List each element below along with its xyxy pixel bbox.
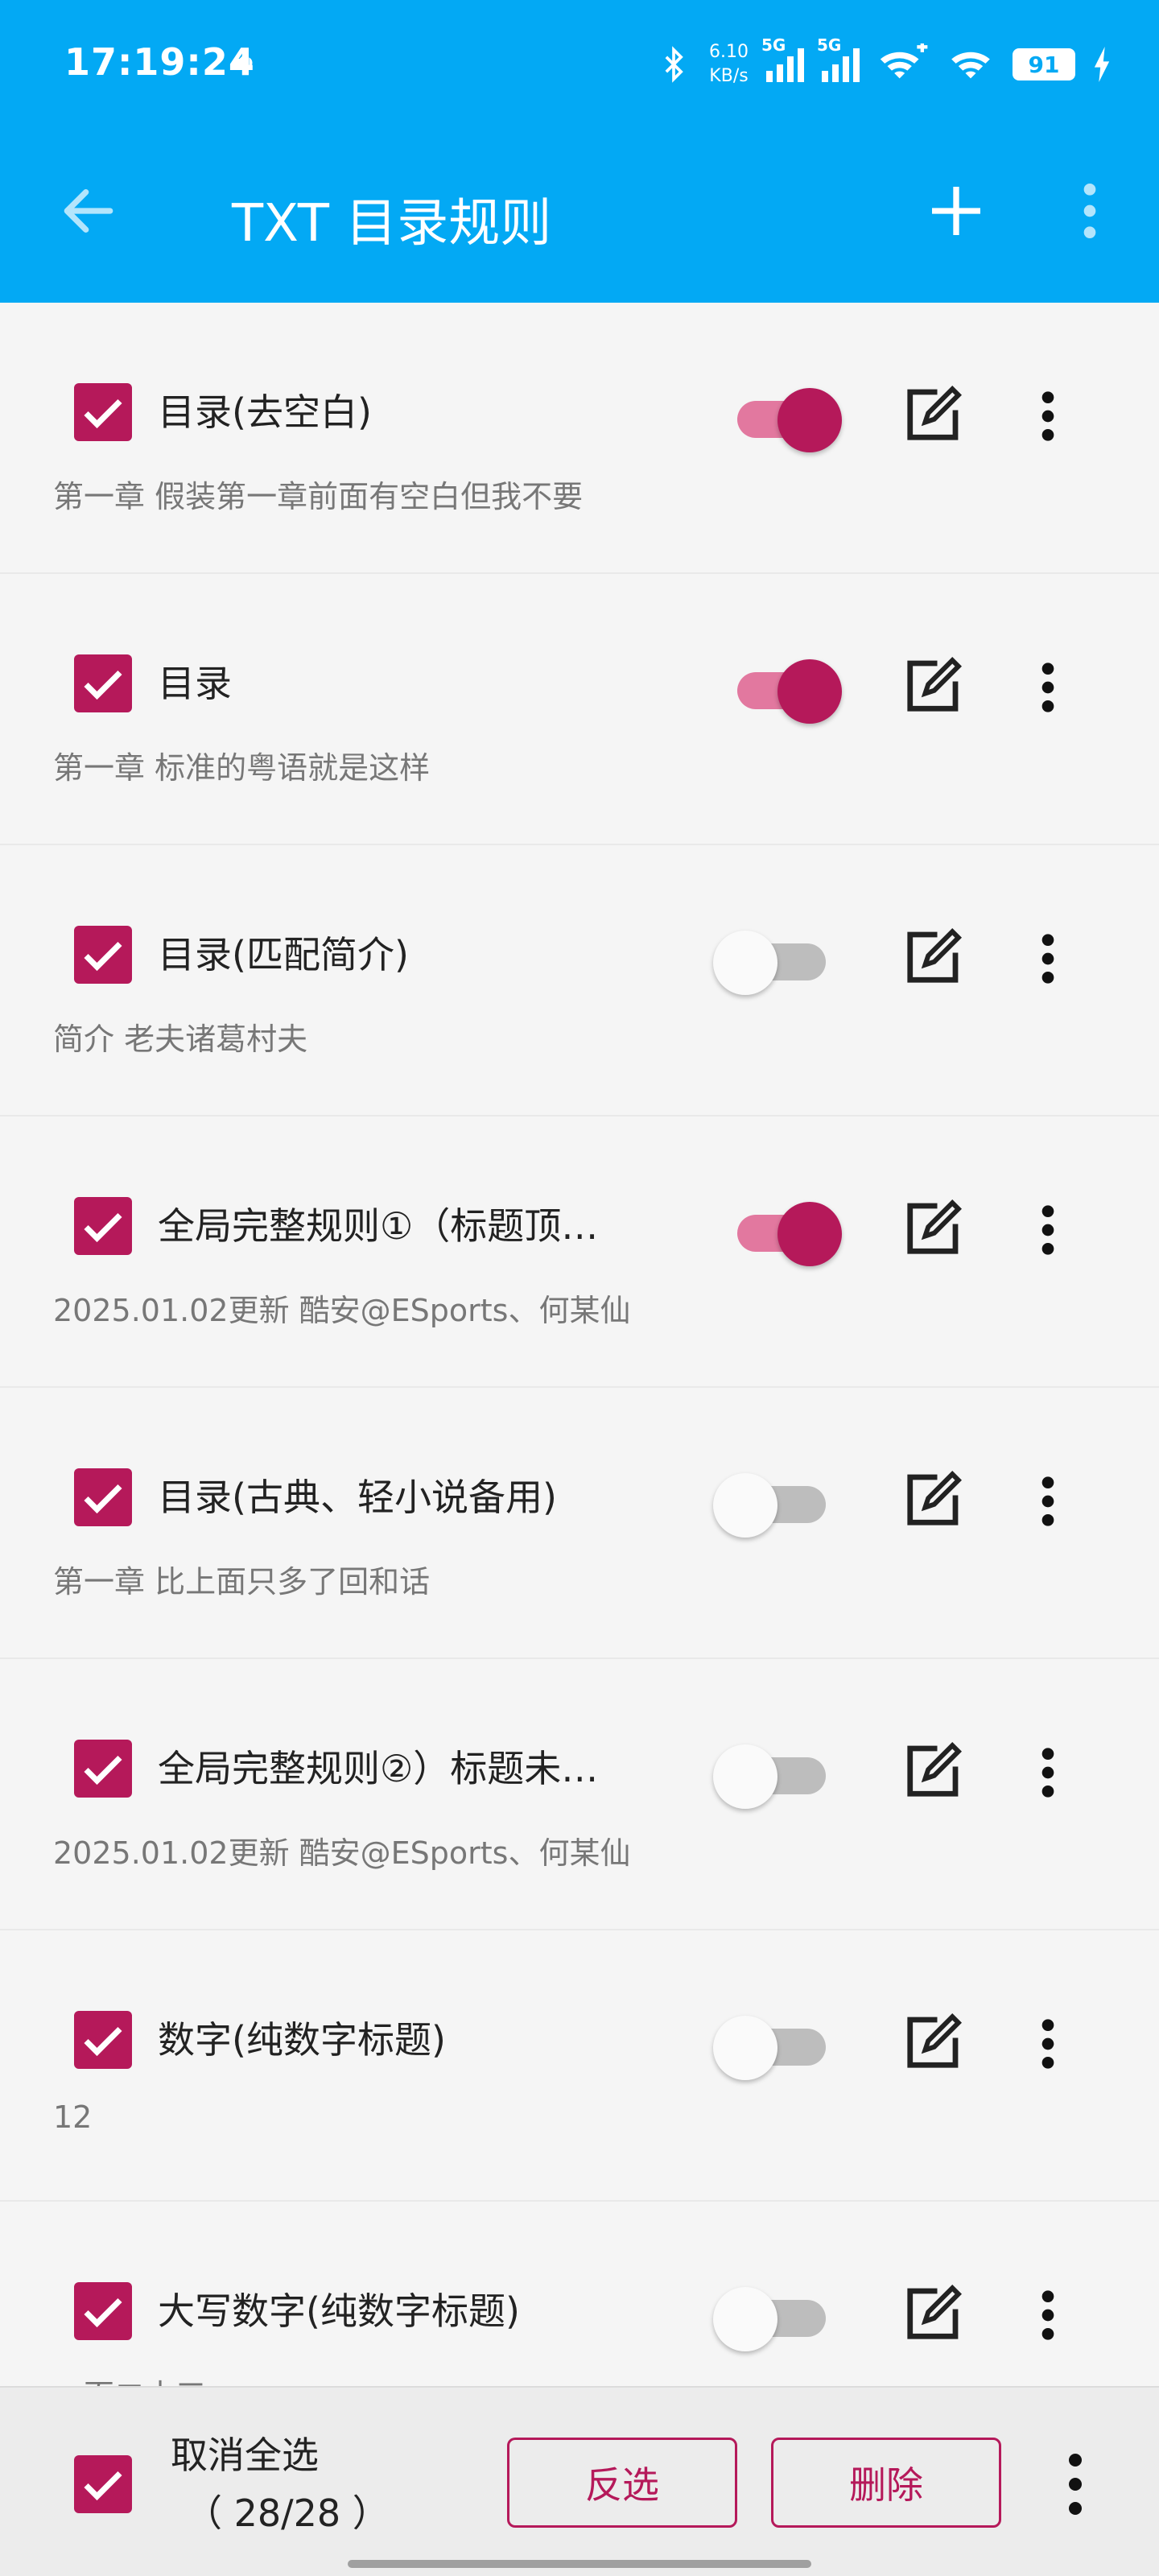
edit-icon[interactable] (895, 1194, 967, 1266)
enable-switch[interactable] (713, 1197, 850, 1266)
rule-example: 简介 老夫诸葛村夫 (53, 1022, 308, 1057)
back-arrow-icon[interactable] (56, 179, 121, 243)
edit-icon[interactable] (895, 2279, 967, 2351)
checkbox[interactable] (74, 2282, 132, 2340)
app-bar: 17:19:24 6.10 KB/s 5G 5G 91 TXT 目录规则 (0, 0, 1159, 303)
rule-list: 目录(去空白) 第一章 假装第一章前面有空白但我不要 目录 第一章 标准的粤语就… (0, 303, 1159, 2473)
rule-title: 目录 (158, 662, 232, 705)
check-icon (84, 941, 122, 972)
check-icon (84, 2471, 122, 2501)
rule-example: 第一章 假装第一章前面有空白但我不要 (53, 479, 584, 514)
enable-switch[interactable] (713, 926, 850, 995)
rule-row[interactable]: 目录 第一章 标准的粤语就是这样 (0, 574, 1159, 845)
select-all-checkbox[interactable] (74, 2455, 132, 2513)
rule-title: 大写数字(纯数字标题) (158, 2289, 520, 2333)
check-icon (84, 670, 122, 700)
bluetooth-icon (665, 46, 683, 83)
charging-icon (1094, 47, 1110, 82)
check-icon (84, 1212, 122, 1243)
checkbox[interactable] (74, 1740, 132, 1798)
more-icon[interactable] (1016, 380, 1080, 452)
rule-title: 目录(去空白) (158, 390, 372, 434)
more-icon[interactable] (1016, 923, 1080, 995)
wifi-icon (951, 52, 990, 79)
rule-title: 全局完整规则①（标题顶… (158, 1204, 599, 1248)
enable-switch[interactable] (713, 654, 850, 724)
edit-icon[interactable] (895, 923, 967, 995)
enable-switch[interactable] (713, 1468, 850, 1538)
add-icon[interactable] (924, 179, 988, 243)
check-icon (84, 1755, 122, 1785)
page-title: TXT 目录规则 (232, 194, 552, 254)
rule-row[interactable]: 目录(古典、轻小说备用) 第一章 比上面只多了回和话 (0, 1388, 1159, 1659)
rule-row[interactable]: 全局完整规则②）标题未… 2025.01.02更新 酷安@ESports、何某仙 (0, 1659, 1159, 1930)
more-icon[interactable] (1016, 1194, 1080, 1266)
selection-bar: 取消全选 （ 28/28 ） 反选 删除 (0, 2386, 1159, 2576)
more-icon[interactable] (1043, 2444, 1107, 2524)
rule-row[interactable]: 数字(纯数字标题) 12 (0, 1930, 1159, 2202)
checkbox[interactable] (74, 654, 132, 712)
rule-title: 全局完整规则②）标题未… (158, 1747, 599, 1790)
check-icon (84, 398, 122, 429)
volume-icon (234, 52, 253, 74)
status-bar: 17:19:24 6.10 KB/s 5G 5G 91 (0, 0, 1159, 129)
wifi-plus-icon (880, 43, 928, 79)
more-icon[interactable] (1016, 2279, 1080, 2351)
home-indicator[interactable] (348, 2560, 811, 2568)
rule-title: 目录(匹配简介) (158, 933, 409, 976)
edit-icon[interactable] (895, 1736, 967, 1809)
more-icon[interactable] (1016, 1465, 1080, 1538)
more-icon[interactable] (1016, 651, 1080, 724)
edit-icon[interactable] (895, 1465, 967, 1538)
rule-example: 第一章 标准的粤语就是这样 (53, 750, 431, 786)
checkbox[interactable] (74, 1468, 132, 1526)
system-icons: 6.10 KB/s 5G 5G 91 (656, 32, 1111, 97)
rule-row[interactable]: 目录(匹配简介) 简介 老夫诸葛村夫 (0, 845, 1159, 1117)
signal-sim1-icon: 5G (761, 35, 804, 82)
edit-icon[interactable] (895, 651, 967, 724)
signal-sim2-icon: 5G (817, 35, 860, 82)
checkbox[interactable] (74, 1197, 132, 1255)
more-icon[interactable] (1016, 2008, 1080, 2080)
rule-example: 2025.01.02更新 酷安@ESports、何某仙 (53, 1293, 631, 1328)
rule-title: 目录(古典、轻小说备用) (158, 1476, 557, 1519)
more-icon[interactable] (1016, 1736, 1080, 1809)
enable-switch[interactable] (713, 2011, 850, 2080)
deselect-all-label[interactable]: 取消全选 (171, 2426, 319, 2479)
rule-row[interactable]: 全局完整规则①（标题顶… 2025.01.02更新 酷安@ESports、何某仙 (0, 1117, 1159, 1388)
check-icon (84, 2026, 122, 2057)
net-speed: 6.10 KB/s (709, 42, 749, 86)
enable-switch[interactable] (713, 2282, 850, 2351)
delete-button[interactable]: 删除 (771, 2438, 1001, 2528)
rule-example: 第一章 比上面只多了回和话 (53, 1564, 431, 1600)
enable-switch[interactable] (713, 1740, 850, 1809)
battery-icon: 91 (1013, 48, 1075, 80)
checkbox[interactable] (74, 2011, 132, 2069)
invert-selection-button[interactable]: 反选 (507, 2438, 737, 2528)
overflow-menu-icon[interactable] (1058, 179, 1122, 243)
status-time: 17:19:24 (64, 40, 255, 84)
edit-icon[interactable] (895, 380, 967, 452)
selection-count: （ 28/28 ） (185, 2491, 390, 2535)
checkbox[interactable] (74, 383, 132, 441)
check-icon (84, 1484, 122, 1514)
checkbox[interactable] (74, 926, 132, 984)
enable-switch[interactable] (713, 383, 850, 452)
rule-example: 2025.01.02更新 酷安@ESports、何某仙 (53, 1835, 631, 1871)
check-icon (84, 2297, 122, 2328)
rule-example: 12 (53, 2099, 93, 2135)
rule-title: 数字(纯数字标题) (158, 2018, 446, 2062)
edit-icon[interactable] (895, 2008, 967, 2080)
rule-row[interactable]: 目录(去空白) 第一章 假装第一章前面有空白但我不要 (0, 303, 1159, 574)
